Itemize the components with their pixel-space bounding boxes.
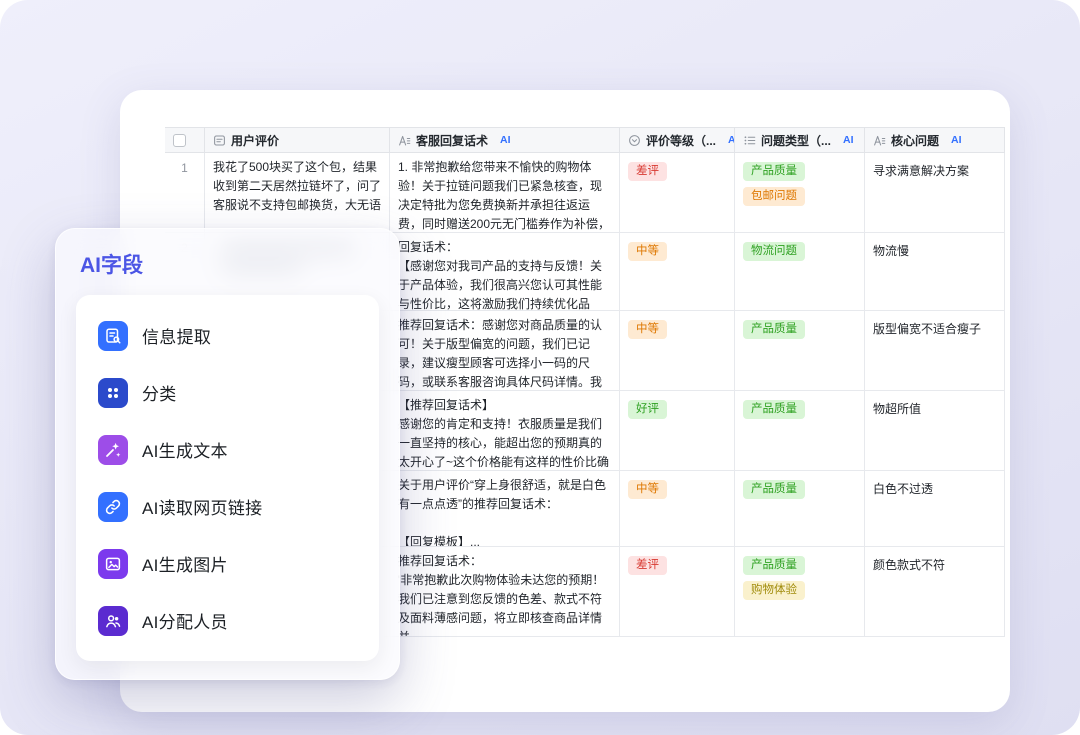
cell-rating-level[interactable]: 中等 bbox=[620, 471, 735, 546]
cell-core-issue[interactable]: 版型偏宽不适合瘦子 bbox=[865, 311, 1005, 390]
cell-core-issue[interactable]: 寻求满意解决方案 bbox=[865, 153, 1005, 232]
ai-text-field-icon bbox=[398, 134, 411, 147]
multi-select-icon bbox=[743, 134, 756, 147]
cell-problem-types[interactable]: 产品质量 bbox=[735, 311, 865, 390]
cell-reply-script[interactable]: 推荐回复话术： '非常抱歉此次购物体验未达您的预期！我们已注意到您反馈的色差、款… bbox=[390, 547, 620, 636]
tag-badge: 产品质量 bbox=[743, 320, 805, 339]
ai-field-option-info-extract[interactable]: 信息提取 bbox=[88, 307, 367, 364]
row-number[interactable]: 1 bbox=[165, 153, 205, 232]
single-select-icon bbox=[628, 134, 641, 147]
column-label: 问题类型（... bbox=[761, 132, 831, 149]
cell-reply-script[interactable]: 【推荐回复话术】 感谢您的肯定和支持！衣服质量是我们一直坚持的核心，能超出您的预… bbox=[390, 391, 620, 470]
text-field-icon bbox=[213, 134, 226, 147]
ai-field-tag: AI bbox=[951, 134, 962, 146]
column-label: 用户评价 bbox=[231, 132, 279, 149]
tag-badge: 差评 bbox=[628, 162, 667, 181]
cell-rating-level[interactable]: 差评 bbox=[620, 153, 735, 232]
cell-problem-types[interactable]: 产品质量 bbox=[735, 391, 865, 470]
table-row: 1 我花了500块买了这个包，结果收到第二天居然拉链坏了，问了客服说不支持包邮换… bbox=[165, 153, 1005, 233]
cell-core-issue[interactable]: 物超所值 bbox=[865, 391, 1005, 470]
select-all-checkbox[interactable] bbox=[173, 134, 186, 147]
panel-title: AI字段 bbox=[80, 249, 379, 279]
cell-core-issue[interactable]: 颜色款式不符 bbox=[865, 547, 1005, 636]
tag-badge: 好评 bbox=[628, 400, 667, 419]
ai-field-option-ai-generate-text[interactable]: AI生成文本 bbox=[88, 421, 367, 478]
cell-rating-level[interactable]: 差评 bbox=[620, 547, 735, 636]
cell-user-review[interactable]: 我花了500块买了这个包，结果收到第二天居然拉链坏了，问了客服说不支持包邮换货，… bbox=[205, 153, 390, 232]
ai-field-tag: AI bbox=[728, 134, 735, 146]
cell-problem-types[interactable]: 物流问题 bbox=[735, 233, 865, 310]
tag-badge: 产品质量 bbox=[743, 162, 805, 181]
tag-badge: 中等 bbox=[628, 480, 667, 499]
header-rating-level[interactable]: 评价等级（... AI bbox=[620, 128, 735, 152]
cell-rating-level[interactable]: 中等 bbox=[620, 311, 735, 390]
classify-icon bbox=[98, 378, 128, 408]
table-header: 用户评价 客服回复话术 AI 评价等级（... AI 问题类型 bbox=[165, 127, 1005, 153]
ai-field-tag: AI bbox=[500, 134, 511, 146]
header-user-review[interactable]: 用户评价 bbox=[205, 128, 390, 152]
tag-badge: 物流问题 bbox=[743, 242, 805, 261]
header-problem-type[interactable]: 问题类型（... AI bbox=[735, 128, 865, 152]
tag-badge: 中等 bbox=[628, 242, 667, 261]
cell-reply-script[interactable]: 回复话术： 【感谢您对我司产品的支持与反馈！关于产品体验，我们很高兴您认可其性能… bbox=[390, 233, 620, 310]
ai-read-link-icon bbox=[98, 492, 128, 522]
tag-badge: 产品质量 bbox=[743, 400, 805, 419]
ai-assign-people-icon bbox=[98, 606, 128, 636]
ai-field-tag: AI bbox=[843, 134, 854, 146]
cell-problem-types[interactable]: 产品质量包邮问题 bbox=[735, 153, 865, 232]
tag-badge: 购物体验 bbox=[743, 581, 805, 600]
ai-field-option-ai-generate-image[interactable]: AI生成图片 bbox=[88, 535, 367, 592]
ai-text-field-icon bbox=[873, 134, 886, 147]
cell-rating-level[interactable]: 中等 bbox=[620, 233, 735, 310]
column-label: 客服回复话术 bbox=[416, 132, 488, 149]
column-label: 评价等级（... bbox=[646, 132, 716, 149]
ai-field-option-classify[interactable]: 分类 bbox=[88, 364, 367, 421]
cell-reply-script[interactable]: 关于用户评价“穿上身很舒适，就是白色有一点点透”的推荐回复话术： 【回复模板】.… bbox=[390, 471, 620, 546]
tag-badge: 包邮问题 bbox=[743, 187, 805, 206]
header-reply-script[interactable]: 客服回复话术 AI bbox=[390, 128, 620, 152]
tag-badge: 产品质量 bbox=[743, 556, 805, 575]
cell-reply-script[interactable]: 1. 非常抱歉给您带来不愉快的购物体验！关于拉链问题我们已紧急核查，现决定特批为… bbox=[390, 153, 620, 232]
ai-generate-text-icon bbox=[98, 435, 128, 465]
ai-field-option-ai-assign-people[interactable]: AI分配人员 bbox=[88, 592, 367, 649]
cell-problem-types[interactable]: 产品质量 bbox=[735, 471, 865, 546]
header-select-all[interactable] bbox=[165, 128, 205, 152]
header-core-issue[interactable]: 核心问题 AI bbox=[865, 128, 1005, 152]
cell-core-issue[interactable]: 物流慢 bbox=[865, 233, 1005, 310]
info-extract-icon bbox=[98, 321, 128, 351]
tag-badge: 差评 bbox=[628, 556, 667, 575]
ai-field-option-ai-read-link[interactable]: AI读取网页链接 bbox=[88, 478, 367, 535]
cell-reply-script[interactable]: 推荐回复话术：感谢您对商品质量的认可！关于版型偏宽的问题，我们已记录，建议瘦型顾… bbox=[390, 311, 620, 390]
ai-field-list: 信息提取 分类 AI生成文本 AI读取网页链接 AI生成图片 AI分配人员 bbox=[76, 295, 379, 661]
tag-badge: 中等 bbox=[628, 320, 667, 339]
cell-core-issue[interactable]: 白色不过透 bbox=[865, 471, 1005, 546]
cell-problem-types[interactable]: 产品质量购物体验 bbox=[735, 547, 865, 636]
ai-generate-image-icon bbox=[98, 549, 128, 579]
tag-badge: 产品质量 bbox=[743, 480, 805, 499]
column-label: 核心问题 bbox=[891, 132, 939, 149]
cell-rating-level[interactable]: 好评 bbox=[620, 391, 735, 470]
ai-field-panel: AI字段 信息提取 分类 AI生成文本 AI读取网页链接 AI生成图片 AI分配… bbox=[55, 228, 400, 680]
